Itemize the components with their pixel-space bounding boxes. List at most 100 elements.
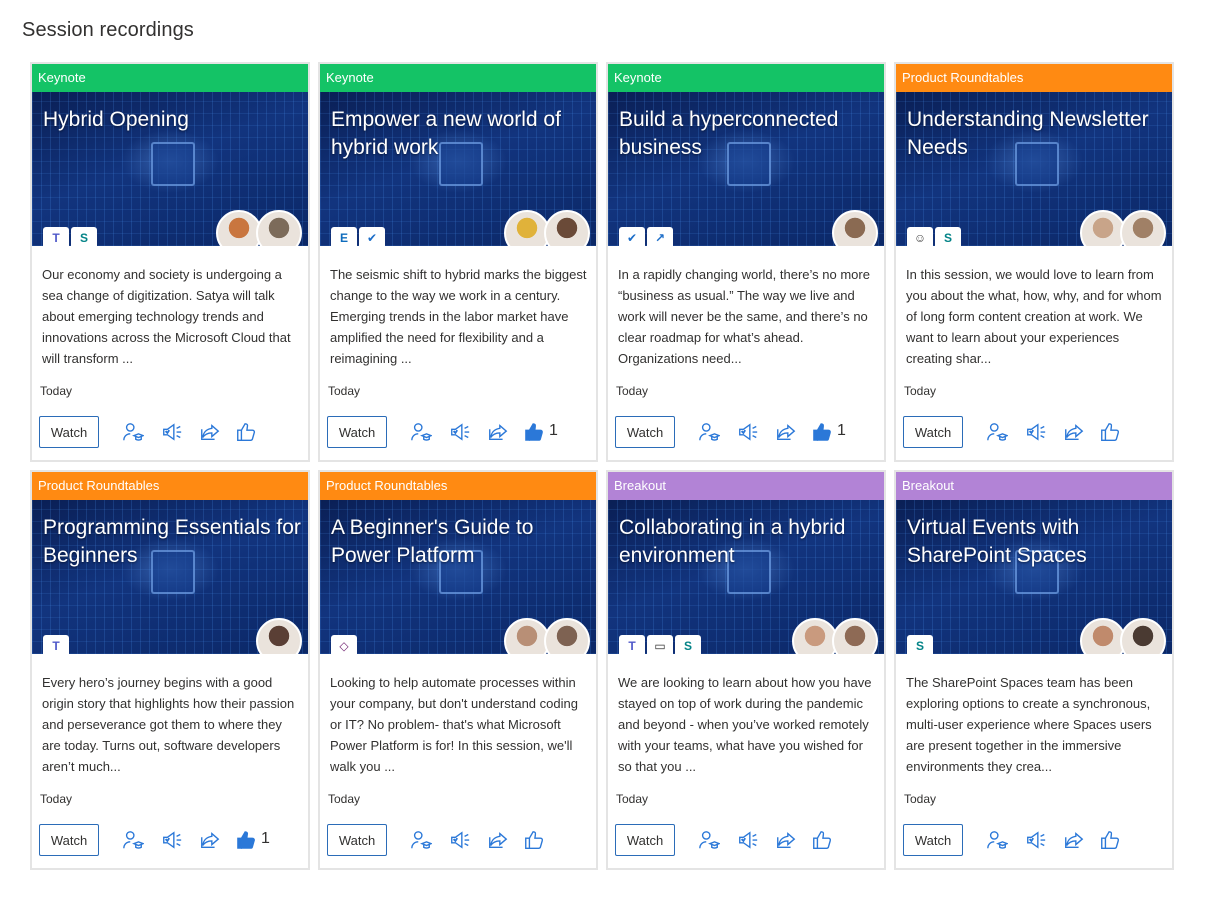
app-icons: ✔ ↗	[619, 227, 673, 246]
session-thumbnail[interactable]: Hybrid Opening TS	[32, 92, 308, 246]
share-icon[interactable]	[198, 828, 222, 852]
session-thumbnail[interactable]: Empower a new world of hybrid work E ✔	[320, 92, 596, 246]
share-icon[interactable]	[486, 420, 510, 444]
category-banner: Breakout	[896, 472, 1172, 500]
share-icon[interactable]	[774, 420, 798, 444]
session-date: Today	[904, 384, 937, 398]
app-icons: ◇	[331, 635, 357, 654]
watch-button[interactable]: Watch	[615, 416, 675, 448]
watch-button[interactable]: Watch	[327, 824, 387, 856]
app-icons: T ▭ S	[619, 635, 701, 654]
speaker-avatars	[216, 210, 302, 246]
session-date: Today	[328, 384, 361, 398]
share-icon[interactable]	[486, 828, 510, 852]
share-icon[interactable]	[198, 420, 222, 444]
presenter-icon[interactable]	[697, 828, 721, 852]
watch-button[interactable]: Watch	[39, 824, 99, 856]
session-title: Programming Essentials for Beginners	[43, 516, 301, 567]
share-icon[interactable]	[1062, 828, 1086, 852]
session-date: Today	[904, 792, 937, 806]
speaker-avatars	[256, 618, 302, 654]
like-icon[interactable]	[234, 828, 258, 852]
yammer-icon[interactable]	[736, 420, 760, 444]
session-thumbnail[interactable]: Build a hyperconnected business ✔ ↗	[608, 92, 884, 246]
like-count: 1	[261, 830, 270, 847]
planner-icon: ✔	[359, 227, 385, 246]
presenter-icon[interactable]	[409, 420, 433, 444]
presenter-icon[interactable]	[121, 828, 145, 852]
speaker-avatar	[504, 618, 550, 654]
category-banner: Keynote	[608, 64, 884, 92]
yammer-icon[interactable]	[1024, 420, 1048, 444]
watch-button[interactable]: Watch	[615, 824, 675, 856]
like-icon[interactable]	[522, 828, 546, 852]
session-thumbnail[interactable]: Understanding Newsletter Needs ☺ S	[896, 92, 1172, 246]
like-icon[interactable]	[810, 420, 834, 444]
session-thumbnail[interactable]: Collaborating in a hybrid environment T ▭…	[608, 500, 884, 654]
session-description: In this session, we would love to learn …	[906, 267, 1162, 366]
watch-button[interactable]: Watch	[327, 416, 387, 448]
share-icon[interactable]	[774, 828, 798, 852]
speaker-avatar	[832, 210, 878, 246]
app-icons: TS	[43, 227, 97, 246]
speaker-avatar	[832, 618, 878, 654]
session-description: Every hero’s journey begins with a good …	[42, 675, 295, 774]
app-icons: T	[43, 635, 69, 654]
yammer-icon[interactable]	[448, 420, 472, 444]
yammer-icon[interactable]	[1024, 828, 1048, 852]
category-banner: Keynote	[32, 64, 308, 92]
session-date: Today	[328, 792, 361, 806]
like-icon[interactable]	[522, 420, 546, 444]
like-count: 1	[549, 422, 558, 439]
speaker-avatar	[1120, 618, 1166, 654]
session-description: In a rapidly changing world, there’s no …	[618, 267, 870, 366]
session-card: Keynote Hybrid Opening TS Our economy an…	[30, 62, 310, 462]
presenter-icon[interactable]	[985, 828, 1009, 852]
like-icon[interactable]	[1098, 420, 1122, 444]
speaker-avatar	[1120, 210, 1166, 246]
session-description: We are looking to learn about how you ha…	[618, 675, 872, 774]
category-banner: Product Roundtables	[32, 472, 308, 500]
yammer-icon[interactable]	[448, 828, 472, 852]
like-count: 1	[837, 422, 846, 439]
session-thumbnail[interactable]: Virtual Events with SharePoint Spaces S	[896, 500, 1172, 654]
session-title: Virtual Events with SharePoint Spaces	[907, 516, 1087, 567]
category-banner: Keynote	[320, 64, 596, 92]
speaker-avatar	[1080, 618, 1126, 654]
yammer-icon[interactable]	[736, 828, 760, 852]
teams-icon: T	[43, 635, 69, 654]
like-icon[interactable]	[1098, 828, 1122, 852]
session-description: Looking to help automate processes withi…	[330, 675, 578, 774]
like-icon[interactable]	[234, 420, 258, 444]
sharepoint-icon: S	[935, 227, 961, 246]
analytics-icon: ↗	[647, 227, 673, 246]
session-card: Product Roundtables Understanding Newsle…	[894, 62, 1174, 462]
watch-button[interactable]: Watch	[903, 416, 963, 448]
presenter-icon[interactable]	[409, 828, 433, 852]
card-actions: Watch 1	[615, 416, 877, 448]
presenter-icon[interactable]	[697, 420, 721, 444]
watch-button[interactable]: Watch	[39, 416, 99, 448]
share-icon[interactable]	[1062, 420, 1086, 444]
session-thumbnail[interactable]: Programming Essentials for Beginners T	[32, 500, 308, 654]
session-card: Keynote Build a hyperconnected business …	[606, 62, 886, 462]
speaker-avatars	[1080, 210, 1166, 246]
category-banner: Product Roundtables	[320, 472, 596, 500]
power-platform-icon: ◇	[331, 635, 357, 654]
session-card: Product Roundtables A Beginner's Guide t…	[318, 470, 598, 870]
watch-button[interactable]: Watch	[903, 824, 963, 856]
speaker-avatars	[832, 210, 878, 246]
yammer-icon[interactable]	[160, 828, 184, 852]
yammer-icon[interactable]	[160, 420, 184, 444]
page-title: Session recordings	[22, 19, 194, 41]
session-thumbnail[interactable]: A Beginner's Guide to Power Platform ◇	[320, 500, 596, 654]
presenter-icon[interactable]	[985, 420, 1009, 444]
speaker-avatar	[1080, 210, 1126, 246]
card-actions: Watch	[327, 824, 589, 856]
session-description: The seismic shift to hybrid marks the bi…	[330, 267, 587, 366]
card-actions: Watch	[615, 824, 877, 856]
like-icon[interactable]	[810, 828, 834, 852]
presenter-icon[interactable]	[121, 420, 145, 444]
speaker-avatar	[216, 210, 262, 246]
speaker-avatars	[504, 618, 590, 654]
